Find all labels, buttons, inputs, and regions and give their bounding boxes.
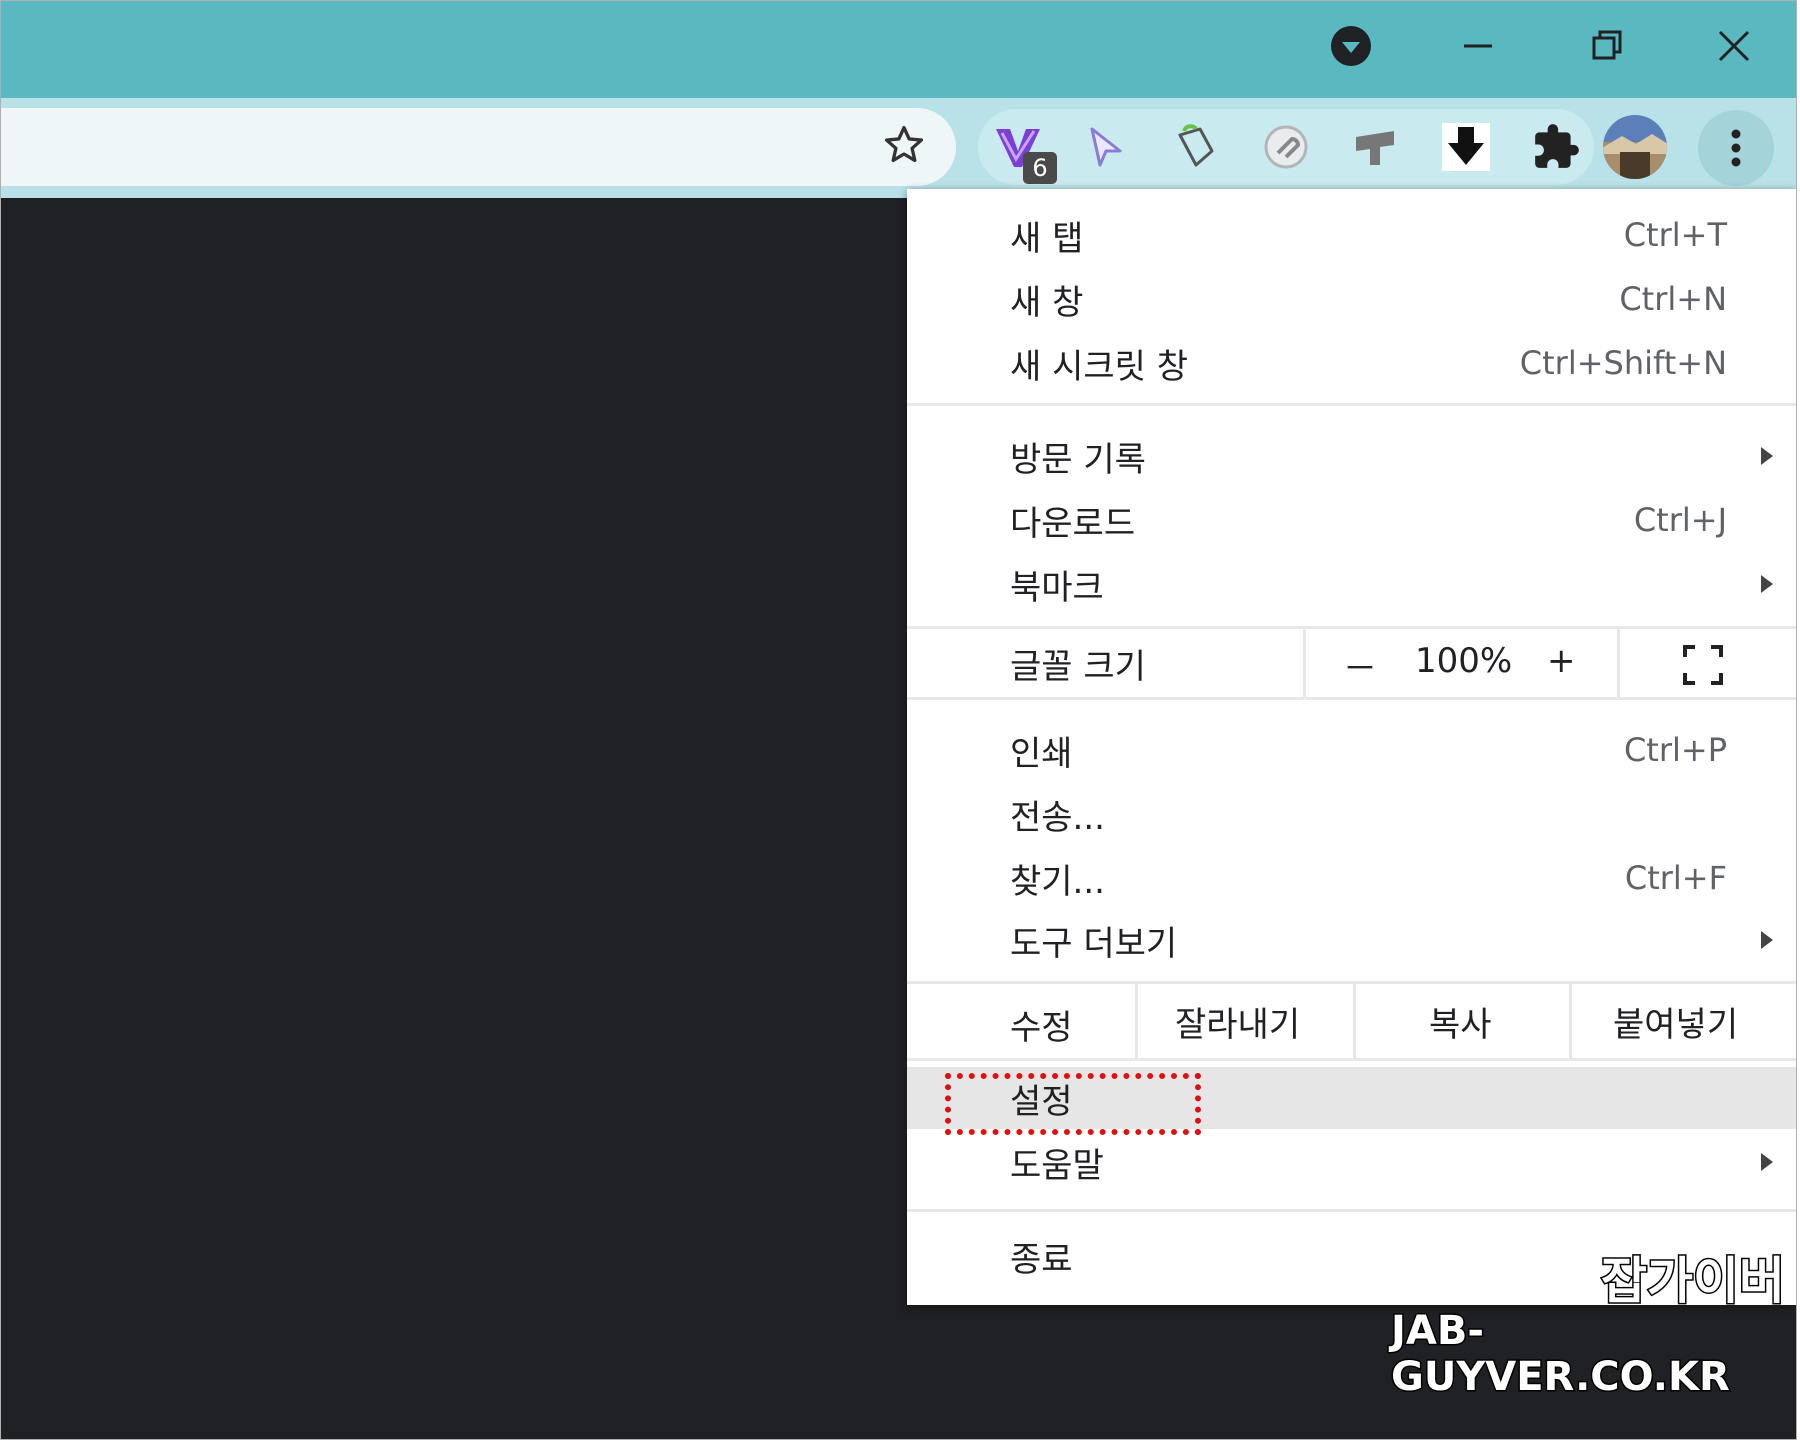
menu-item-cast[interactable]: 전송... bbox=[907, 783, 1796, 845]
zoom-in-button[interactable]: + bbox=[1547, 641, 1576, 681]
restore-icon bbox=[1592, 30, 1622, 60]
download-extension-icon[interactable] bbox=[1434, 115, 1498, 179]
menu-item-bookmarks[interactable]: 북마크 bbox=[907, 553, 1796, 615]
menu-separator bbox=[1353, 984, 1356, 1058]
menu-separator bbox=[1303, 629, 1306, 697]
menu-separator bbox=[1569, 984, 1572, 1058]
cursor-extension-icon[interactable] bbox=[1074, 115, 1138, 179]
fullscreen-icon bbox=[1683, 645, 1723, 685]
kebab-menu-icon bbox=[1731, 129, 1741, 167]
address-bar[interactable] bbox=[1, 108, 956, 186]
zoom-out-button[interactable]: － bbox=[1343, 641, 1377, 690]
tab-search-icon bbox=[1331, 26, 1371, 66]
tab-search-button[interactable] bbox=[1311, 11, 1391, 81]
minimize-button[interactable] bbox=[1438, 11, 1518, 81]
menu-item-find[interactable]: 찾기... Ctrl+F bbox=[907, 847, 1796, 909]
settings-highlight-box bbox=[945, 1073, 1201, 1135]
submenu-arrow-icon bbox=[1761, 931, 1773, 949]
submenu-arrow-icon bbox=[1761, 1153, 1773, 1171]
menu-item-new-window[interactable]: 새 창 Ctrl+N bbox=[907, 268, 1796, 330]
watermark-korean: 잡가이버 bbox=[1600, 1251, 1787, 1312]
copy-button[interactable]: 복사 bbox=[1429, 997, 1492, 1046]
submenu-arrow-icon bbox=[1761, 575, 1773, 593]
minimize-icon bbox=[1464, 44, 1492, 48]
zoom-level: 100% bbox=[1415, 641, 1513, 681]
circle-extension-icon[interactable] bbox=[1254, 115, 1318, 179]
bookmark-star-icon[interactable] bbox=[882, 123, 926, 171]
submenu-arrow-icon bbox=[1761, 447, 1773, 465]
menu-separator bbox=[907, 626, 1796, 629]
menu-item-new-incognito[interactable]: 새 시크릿 창 Ctrl+Shift+N bbox=[907, 332, 1796, 394]
chrome-main-menu: 새 탭 Ctrl+T 새 창 Ctrl+N 새 시크릿 창 Ctrl+Shift… bbox=[907, 189, 1796, 1305]
profile-avatar[interactable] bbox=[1602, 114, 1668, 180]
chrome-menu-button[interactable] bbox=[1698, 110, 1774, 186]
close-icon bbox=[1718, 30, 1750, 62]
menu-separator bbox=[907, 1058, 1796, 1061]
menu-item-new-tab[interactable]: 새 탭 Ctrl+T bbox=[907, 204, 1796, 266]
menu-item-print[interactable]: 인쇄 Ctrl+P bbox=[907, 719, 1796, 781]
cut-button[interactable]: 잘라내기 bbox=[1175, 997, 1300, 1046]
fullscreen-button[interactable] bbox=[1683, 645, 1723, 685]
menu-separator bbox=[1135, 984, 1138, 1058]
watermark-url: JAB-GUYVER.CO.KR bbox=[1390, 1307, 1732, 1402]
menu-separator bbox=[907, 403, 1796, 406]
menu-item-help[interactable]: 도움말 bbox=[907, 1131, 1796, 1193]
menu-item-more-tools[interactable]: 도구 더보기 bbox=[907, 909, 1796, 971]
puzzle-icon[interactable] bbox=[1524, 115, 1588, 179]
menu-separator bbox=[907, 697, 1796, 700]
browser-window: 6 새 탭 Ctrl+T 새 창 Ctrl+N 새 시크릿 창 Ctrl+Shi… bbox=[0, 0, 1797, 1440]
menu-item-downloads[interactable]: 다운로드 Ctrl+J bbox=[907, 489, 1796, 551]
menu-item-history[interactable]: 방문 기록 bbox=[907, 425, 1796, 487]
close-button[interactable] bbox=[1694, 11, 1774, 81]
mouse-extension-icon[interactable] bbox=[1164, 115, 1228, 179]
title-bar bbox=[1, 1, 1796, 98]
arrow-extension-icon[interactable] bbox=[1344, 115, 1408, 179]
menu-separator bbox=[1617, 629, 1620, 697]
menu-separator bbox=[907, 1209, 1796, 1212]
menu-separator bbox=[907, 981, 1796, 984]
extension-badge: 6 bbox=[1023, 152, 1057, 184]
restore-button[interactable] bbox=[1567, 11, 1647, 81]
paste-button[interactable]: 붙여넣기 bbox=[1613, 997, 1738, 1046]
avatar-icon bbox=[1603, 115, 1667, 179]
